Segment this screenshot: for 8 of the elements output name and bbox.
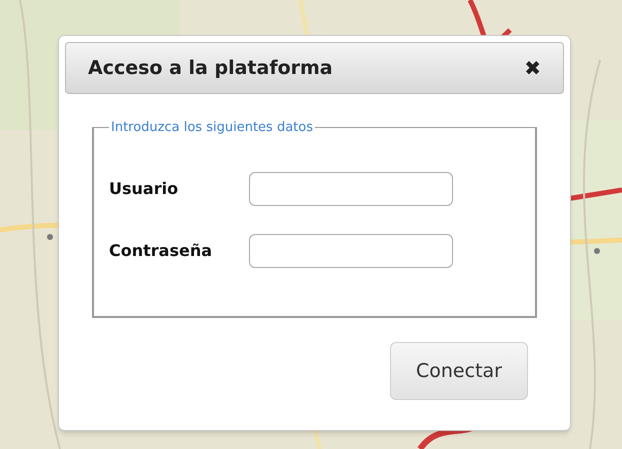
field-label: Contraseña (109, 240, 214, 262)
form-legend: Introduzca los siguientes datos (109, 118, 315, 138)
close-button[interactable]: ✖ (524, 58, 541, 78)
connect-button[interactable]: Conectar (390, 342, 528, 400)
input-field[interactable] (249, 234, 453, 268)
field-label: Usuario (109, 178, 180, 200)
dialog-title: Acceso a la plataforma (88, 56, 333, 81)
input-field[interactable] (249, 172, 453, 206)
